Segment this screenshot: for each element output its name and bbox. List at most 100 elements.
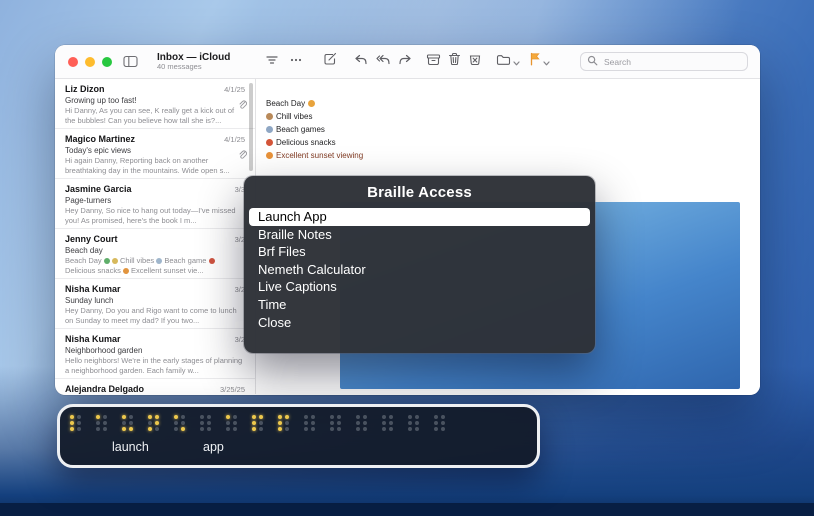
filter-icon — [265, 53, 279, 71]
list-scrollbar[interactable] — [249, 83, 253, 171]
braille-dot-raised — [278, 415, 282, 419]
chevron-down-icon — [513, 53, 520, 71]
braille-dot-flat — [337, 415, 341, 419]
email-body-line: Delicious snacks — [266, 136, 363, 149]
braille-dot-raised — [181, 427, 185, 431]
message-subject: Beach day — [65, 246, 245, 255]
braille-dot-flat — [363, 427, 367, 431]
more-button[interactable] — [289, 53, 303, 71]
braille-dot-flat — [434, 415, 438, 419]
braille-dot-flat — [415, 415, 419, 419]
filter-button[interactable] — [265, 53, 279, 71]
braille-access-menu: Launch AppBraille NotesBrf FilesNemeth C… — [244, 208, 595, 331]
compose-button[interactable] — [323, 52, 338, 71]
braille-dot-flat — [103, 421, 107, 425]
braille-dot-flat — [285, 421, 289, 425]
message-preview: Hi again Danny, Reporting back on anothe… — [65, 156, 245, 176]
braille-dot-raised — [70, 415, 74, 419]
message-preview: Hey Danny, So nice to hang out today—I'v… — [65, 206, 245, 226]
braille-display-bar: launch app — [57, 404, 540, 468]
sidebar-toggle-icon[interactable] — [123, 55, 138, 68]
braille-dot-flat — [285, 427, 289, 431]
message-list-item[interactable]: Alejandra Delgado3/25/25 — [55, 379, 255, 394]
search-icon — [587, 53, 598, 71]
braille-dot-flat — [311, 415, 315, 419]
braille-word-label: app — [203, 440, 224, 454]
braille-menu-item-time[interactable]: Time — [249, 296, 590, 314]
message-sender: Liz Dizon — [65, 84, 105, 94]
braille-dot-flat — [382, 415, 386, 419]
braille-dot-raised — [259, 415, 263, 419]
braille-dot-flat — [382, 421, 386, 425]
mail-toolbar — [249, 45, 750, 78]
message-list-item[interactable]: Liz Dizon4/1/25Growing up too fast!Hi Da… — [55, 79, 255, 129]
braille-dot-flat — [363, 415, 367, 419]
message-list-pane: Liz Dizon4/1/25Growing up too fast!Hi Da… — [55, 79, 256, 394]
email-body-line: Beach games — [266, 123, 363, 136]
message-subject: Page-turners — [65, 196, 245, 205]
braille-menu-item-close[interactable]: Close — [249, 314, 590, 332]
braille-dot-flat — [155, 427, 159, 431]
braille-dot-flat — [434, 427, 438, 431]
reply-icon — [354, 53, 368, 71]
trash-button[interactable] — [448, 52, 461, 71]
braille-dot-flat — [200, 421, 204, 425]
window-title-block: Inbox — iCloud 40 messages — [157, 52, 249, 72]
braille-cells — [70, 415, 460, 431]
close-window-button[interactable] — [68, 57, 78, 67]
braille-dot-flat — [311, 421, 315, 425]
braille-dot-flat — [408, 421, 412, 425]
braille-word-label: launch — [112, 440, 149, 454]
braille-cell — [200, 415, 211, 431]
braille-menu-item-nemeth-calculator[interactable]: Nemeth Calculator — [249, 261, 590, 279]
braille-menu-item-live-captions[interactable]: Live Captions — [249, 278, 590, 296]
message-subject: Growing up too fast! — [65, 96, 245, 105]
flag-button[interactable] — [529, 52, 550, 71]
archive-button[interactable] — [426, 53, 441, 71]
message-list-item[interactable]: Nisha Kumar3/2Neighborhood gardenHello n… — [55, 329, 255, 379]
junk-button[interactable] — [468, 52, 482, 71]
minimize-window-button[interactable] — [85, 57, 95, 67]
forward-button[interactable] — [398, 53, 412, 71]
email-body-line: Beach Day — [266, 97, 363, 110]
search-input[interactable] — [602, 56, 736, 68]
message-date: 4/1/25 — [224, 85, 245, 94]
zoom-window-button[interactable] — [102, 57, 112, 67]
move-folder-button[interactable] — [496, 53, 520, 71]
braille-dot-raised — [122, 427, 126, 431]
braille-dot-flat — [233, 421, 237, 425]
braille-dot-raised — [148, 427, 152, 431]
move-folder-icon — [496, 53, 511, 71]
message-list-item[interactable]: Jasmine Garcia3/3Page-turnersHey Danny, … — [55, 179, 255, 229]
message-list-item[interactable]: Jenny Court3/2Beach dayBeach Day Chill v… — [55, 229, 255, 279]
message-preview: Beach Day Chill vibes Beach game Delicio… — [65, 256, 245, 276]
braille-dot-flat — [415, 427, 419, 431]
search-field[interactable] — [580, 52, 748, 71]
message-list-item[interactable]: Magico Martinez4/1/25Today's epic viewsH… — [55, 129, 255, 179]
message-list-item[interactable]: Nisha Kumar3/2Sunday lunchHey Danny, Do … — [55, 279, 255, 329]
reply-button[interactable] — [354, 53, 368, 71]
braille-dot-flat — [337, 427, 341, 431]
wallpaper-bottom-edge — [0, 503, 814, 516]
braille-cell — [356, 415, 367, 431]
message-sender: Jasmine Garcia — [65, 184, 132, 194]
message-sender: Jenny Court — [65, 234, 118, 244]
message-count: 40 messages — [157, 63, 249, 71]
braille-menu-item-brf-files[interactable]: Brf Files — [249, 243, 590, 261]
reply-all-button[interactable] — [375, 53, 391, 71]
emoji-dot — [209, 258, 215, 264]
braille-dot-raised — [278, 427, 282, 431]
braille-dot-flat — [122, 421, 126, 425]
braille-dot-raised — [70, 421, 74, 425]
braille-dot-flat — [207, 427, 211, 431]
braille-dot-raised — [285, 415, 289, 419]
braille-dot-flat — [441, 427, 445, 431]
emoji-dot — [308, 100, 315, 107]
braille-menu-item-braille-notes[interactable]: Braille Notes — [249, 226, 590, 244]
braille-access-panel: Braille Access Launch AppBraille NotesBr… — [244, 176, 595, 353]
braille-menu-item-launch-app[interactable]: Launch App — [249, 208, 590, 226]
braille-dot-flat — [408, 415, 412, 419]
braille-dot-flat — [259, 427, 263, 431]
braille-dot-raised — [96, 415, 100, 419]
emoji-dot — [112, 258, 118, 264]
